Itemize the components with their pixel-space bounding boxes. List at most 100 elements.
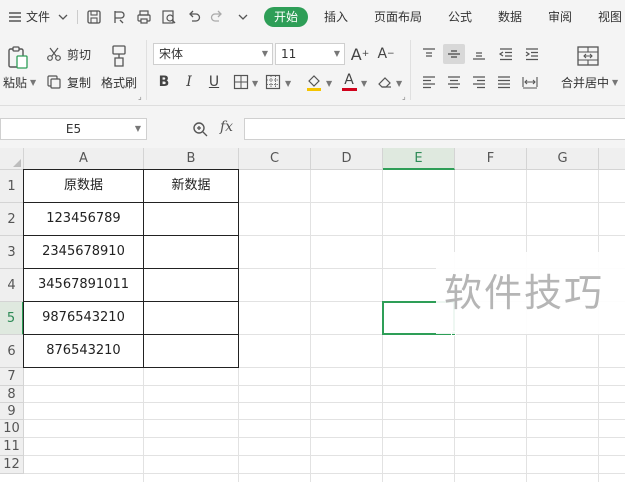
formula-input[interactable]	[244, 118, 625, 140]
merge-dropdown-icon[interactable]: ▼	[612, 78, 618, 87]
scissors-icon[interactable]	[46, 46, 62, 62]
clear-format-icon[interactable]	[376, 73, 394, 91]
export-icon[interactable]	[110, 8, 128, 26]
row-header-5[interactable]: 5	[0, 302, 24, 335]
tab-formulas[interactable]: 公式	[448, 9, 472, 25]
cell-a6[interactable]: 876543210	[23, 334, 144, 368]
italic-icon[interactable]: I	[180, 72, 198, 92]
gridline	[24, 402, 625, 403]
format-painter-button[interactable]: 格式刷	[101, 75, 137, 91]
format-painter-icon[interactable]	[108, 44, 130, 68]
align-center-icon[interactable]	[444, 73, 464, 91]
column-header-e[interactable]: E	[383, 148, 455, 170]
cell-a3[interactable]: 2345678910	[23, 235, 144, 269]
row-header-1[interactable]: 1	[0, 170, 24, 203]
cell-b4[interactable]	[143, 268, 239, 302]
row-header-9[interactable]: 9	[0, 403, 24, 420]
zoom-search-icon[interactable]	[192, 121, 208, 137]
tab-review[interactable]: 审阅	[548, 9, 572, 25]
row-header-10[interactable]: 10	[0, 420, 24, 438]
row-header-7[interactable]: 7	[0, 368, 24, 386]
chevron-down-icon[interactable]	[54, 8, 72, 26]
cell-b3[interactable]	[143, 235, 239, 269]
row-header-11[interactable]: 11	[0, 438, 24, 456]
fill-color-dropdown-icon[interactable]: ▼	[326, 79, 332, 88]
underline-icon[interactable]: U	[205, 72, 223, 92]
cell-a2-text: 123456789	[46, 211, 121, 226]
cell-style-icon[interactable]	[264, 73, 282, 91]
select-all-corner[interactable]	[0, 148, 24, 170]
justify-icon[interactable]	[494, 73, 514, 91]
tab-page-layout[interactable]: 页面布局	[374, 9, 422, 25]
paste-button[interactable]: 粘贴	[3, 75, 27, 91]
tab-home[interactable]: 开始	[264, 7, 308, 27]
tab-data[interactable]: 数据	[498, 9, 522, 25]
copy-button[interactable]: 复制	[67, 75, 91, 91]
cell-a2[interactable]: 123456789	[23, 202, 144, 236]
customize-quick-access-icon[interactable]	[234, 8, 252, 26]
font-color-dropdown-icon[interactable]: ▼	[361, 79, 367, 88]
hamburger-menu-icon[interactable]	[6, 8, 24, 26]
merge-center-button[interactable]: 合并居中	[561, 75, 609, 91]
distributed-align-icon[interactable]	[519, 73, 541, 91]
increase-indent-icon[interactable]	[522, 45, 542, 63]
save-icon[interactable]	[85, 8, 103, 26]
align-middle-icon[interactable]	[443, 44, 465, 64]
copy-icon[interactable]	[46, 74, 62, 90]
increase-font-size-icon[interactable]: A +	[350, 44, 370, 64]
paste-dropdown-icon[interactable]: ▼	[30, 78, 36, 87]
tab-view[interactable]: 视图	[598, 9, 622, 25]
row-header-3[interactable]: 3	[0, 236, 24, 269]
name-box[interactable]: E5 ▼	[0, 118, 147, 140]
clipboard-expand-icon[interactable]: ⌟	[138, 92, 142, 101]
font-size-select[interactable]: 11 ▼	[275, 43, 345, 65]
cell-b5[interactable]	[143, 301, 239, 335]
row-header-8[interactable]: 8	[0, 386, 24, 403]
print-preview-icon[interactable]	[160, 8, 178, 26]
column-header-g[interactable]: G	[527, 148, 599, 170]
column-header-b[interactable]: B	[144, 148, 239, 170]
font-color-icon[interactable]: A	[340, 71, 358, 93]
row-header-6[interactable]: 6	[0, 335, 24, 368]
cell-a1[interactable]: 原数据	[23, 169, 144, 203]
row-header-4[interactable]: 4	[0, 269, 24, 302]
cell-a4-text: 34567891011	[38, 277, 129, 292]
borders-dropdown-icon[interactable]: ▼	[252, 79, 258, 88]
align-top-icon[interactable]	[419, 45, 439, 63]
insert-function-button[interactable]: fx	[220, 119, 233, 135]
paste-icon[interactable]	[6, 44, 30, 70]
align-bottom-icon[interactable]	[469, 45, 489, 63]
tab-insert[interactable]: 插入	[324, 9, 348, 25]
gridline	[24, 437, 625, 438]
align-left-icon[interactable]	[419, 73, 439, 91]
clear-dropdown-icon[interactable]: ▼	[396, 79, 402, 88]
cell-a4[interactable]: 34567891011	[23, 268, 144, 302]
column-header-a[interactable]: A	[24, 148, 144, 170]
cell-a5[interactable]: 9876543210	[23, 301, 144, 335]
cell-b2[interactable]	[143, 202, 239, 236]
file-menu[interactable]: 文件	[26, 9, 50, 25]
print-icon[interactable]	[135, 8, 153, 26]
undo-icon[interactable]	[185, 8, 203, 26]
decrease-font-size-icon[interactable]: A −	[376, 44, 396, 64]
font-expand-icon[interactable]: ⌟	[402, 92, 406, 101]
fill-color-icon[interactable]	[304, 72, 324, 92]
column-header-d[interactable]: D	[311, 148, 383, 170]
cut-button[interactable]: 剪切	[67, 47, 91, 63]
column-header-f[interactable]: F	[455, 148, 527, 170]
cell-b6[interactable]	[143, 334, 239, 368]
merge-center-icon[interactable]	[575, 44, 601, 68]
decrease-indent-icon[interactable]	[496, 45, 516, 63]
gridline	[24, 419, 625, 420]
redo-icon[interactable]	[208, 8, 226, 26]
cell-b1[interactable]: 新数据	[143, 169, 239, 203]
name-box-value: E5	[65, 122, 82, 136]
borders-icon[interactable]	[232, 73, 250, 91]
bold-icon[interactable]: B	[155, 72, 173, 92]
column-header-c[interactable]: C	[239, 148, 311, 170]
cell-style-dropdown-icon[interactable]: ▼	[285, 79, 291, 88]
row-header-12[interactable]: 12	[0, 456, 24, 474]
font-name-select[interactable]: 宋体 ▼	[153, 43, 273, 65]
row-header-2[interactable]: 2	[0, 203, 24, 236]
align-right-icon[interactable]	[469, 73, 489, 91]
